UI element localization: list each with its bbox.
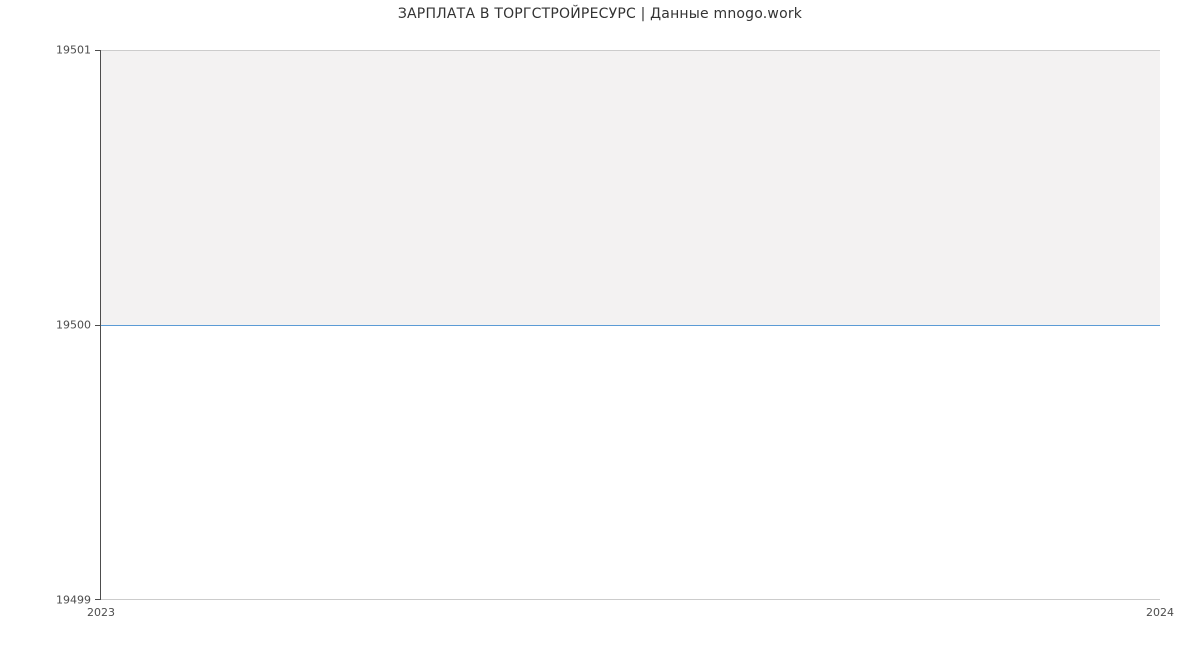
chart-title: ЗАРПЛАТА В ТОРГСТРОЙРЕСУРС | Данные mnog…: [0, 6, 1200, 22]
x-tick-label: 2023: [87, 606, 115, 619]
x-tick-label: 2024: [1146, 606, 1174, 619]
plot-area: 19501 19500 19499 2023 2024: [100, 50, 1160, 600]
y-tick-mark: [95, 325, 101, 326]
y-tick-label: 19499: [56, 594, 91, 607]
y-tick-label: 19501: [56, 44, 91, 57]
area-fill: [101, 50, 1160, 325]
y-tick-label: 19500: [56, 319, 91, 332]
chart-container: ЗАРПЛАТА В ТОРГСТРОЙРЕСУРС | Данные mnog…: [0, 0, 1200, 650]
y-tick-mark: [95, 50, 101, 51]
gridline-top: [101, 50, 1160, 51]
gridline-bottom: [101, 599, 1160, 600]
series-line: [101, 325, 1160, 326]
y-tick-mark: [95, 599, 101, 600]
